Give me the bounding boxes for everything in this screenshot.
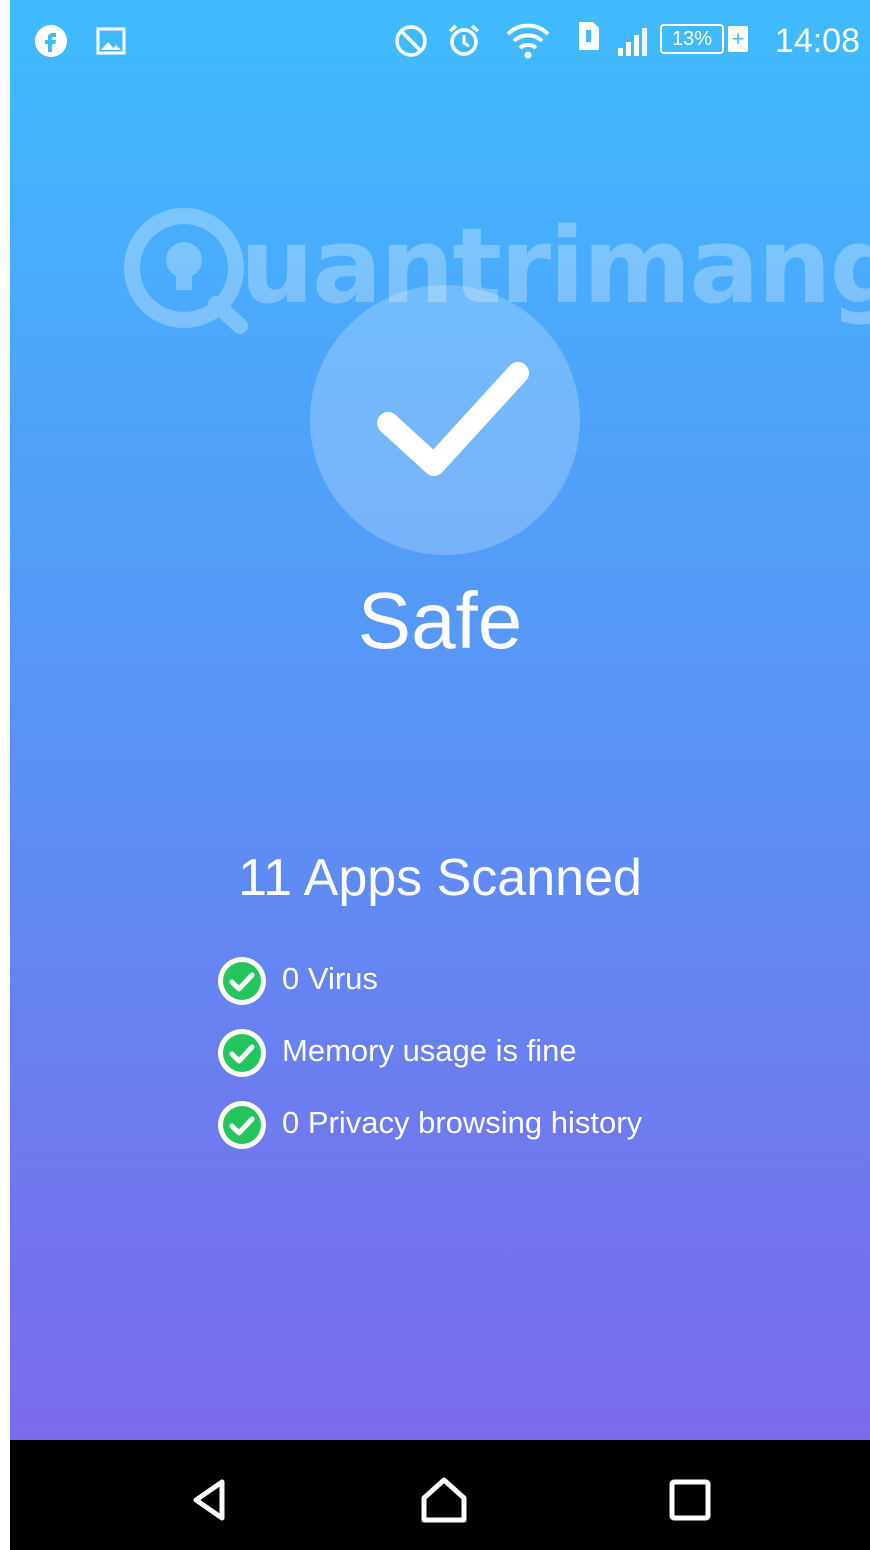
result-item-memory: Memory usage is fine — [216, 1027, 816, 1099]
battery-charging-icon: 13% + — [660, 24, 748, 54]
alarm-icon — [446, 22, 482, 63]
charging-indicator: + — [728, 26, 748, 52]
checkmark-icon — [377, 362, 529, 476]
status-bar: 13% + 14:08 — [10, 0, 870, 80]
apps-scanned-count: 11 Apps Scanned — [238, 849, 642, 907]
wifi-icon — [506, 22, 550, 65]
recents-icon — [669, 1479, 711, 1521]
do-not-disturb-icon — [394, 24, 428, 63]
status-time: 14:08 — [774, 22, 860, 60]
image-icon — [96, 26, 126, 61]
scan-result-screen: 13% + 14:08 uantrimang Safe 11 Apps Scan… — [10, 0, 870, 1440]
result-label: 0 Privacy browsing history — [282, 1105, 643, 1140]
lightbulb-logo-icon — [124, 208, 248, 334]
result-label: Memory usage is fine — [282, 1033, 577, 1068]
check-circle-icon — [218, 957, 266, 1005]
result-item-virus: 0 Virus — [216, 955, 816, 1027]
recents-button[interactable] — [660, 1470, 720, 1530]
signal-icon — [614, 26, 650, 63]
facebook-icon — [34, 24, 68, 63]
result-item-privacy: 0 Privacy browsing history — [216, 1099, 816, 1171]
scan-result-list: 0 Virus Memory usage is fine 0 Privacy b… — [216, 955, 816, 1171]
safe-check-badge — [310, 285, 580, 555]
scan-status-title: Safe — [357, 576, 523, 665]
home-button[interactable] — [414, 1470, 474, 1530]
sim-icon — [576, 20, 602, 57]
back-icon — [193, 1479, 225, 1521]
back-button[interactable] — [182, 1470, 242, 1530]
check-circle-icon — [218, 1029, 266, 1077]
battery-percent: 13% — [660, 24, 724, 54]
result-label: 0 Virus — [282, 961, 378, 996]
check-circle-icon — [218, 1101, 266, 1149]
home-icon — [421, 1477, 467, 1523]
navigation-bar — [10, 1440, 870, 1550]
